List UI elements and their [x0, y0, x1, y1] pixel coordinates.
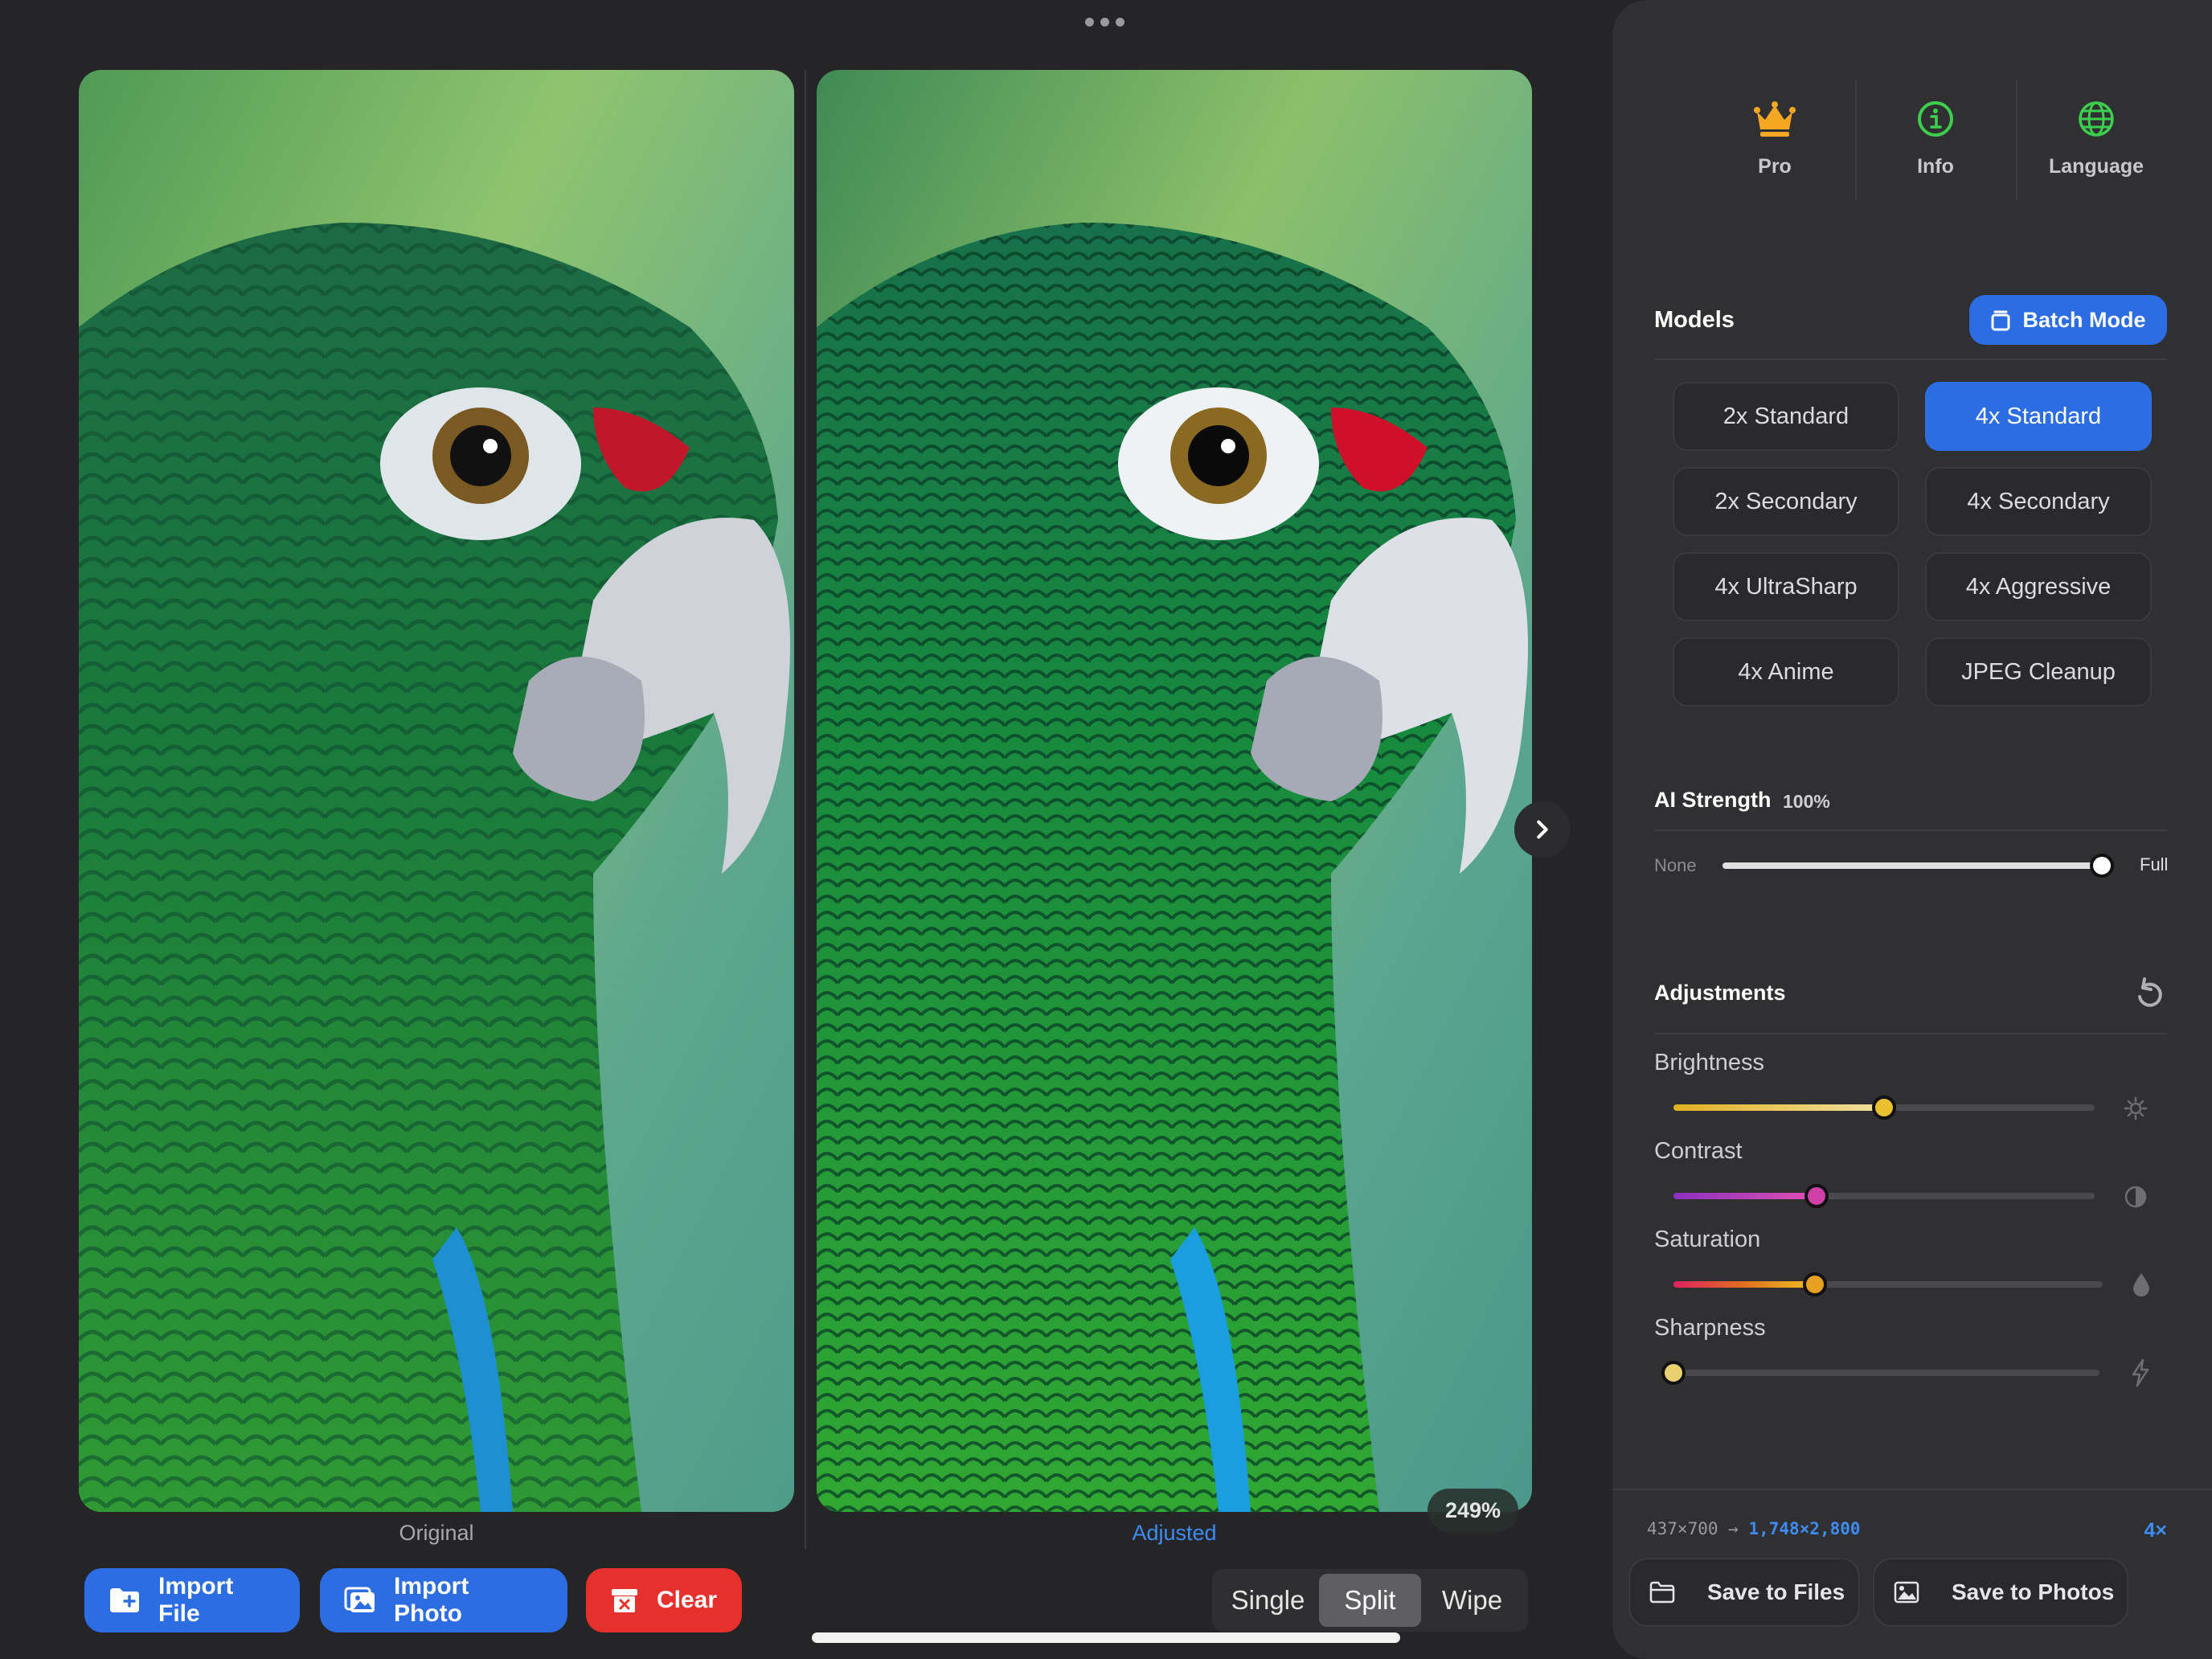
photos-icon [344, 1587, 375, 1612]
bolt-icon [2132, 1358, 2149, 1387]
ai-strength-slider[interactable] [1722, 854, 2114, 878]
ai-strength-max-label: Full [2140, 854, 2169, 875]
clear-label: Clear [657, 1587, 718, 1613]
contrast-fill [1673, 1193, 1817, 1199]
model-4x-anime[interactable]: 4x Anime [1673, 637, 1899, 707]
chevron-right-icon [1537, 820, 1548, 839]
save-to-photos-button[interactable]: Save to Photos [1873, 1558, 2128, 1627]
original-caption: Original [399, 1521, 474, 1545]
drop-icon [2133, 1273, 2149, 1296]
sharpness-knob[interactable] [1661, 1361, 1686, 1385]
models-title: Models [1654, 307, 1735, 333]
model-2x-secondary[interactable]: 2x Secondary [1673, 467, 1899, 536]
info-button[interactable]: Info [1855, 80, 2016, 200]
ai-strength-value: 100% [1783, 791, 1830, 812]
sharpness-label: Sharpness [1654, 1315, 1766, 1341]
info-icon [1918, 101, 1953, 137]
trash-box-icon [612, 1589, 637, 1612]
save-to-photos-label: Save to Photos [1952, 1579, 2115, 1604]
model-jpeg-cleanup[interactable]: JPEG Cleanup [1925, 637, 2152, 707]
model-4x-secondary[interactable]: 4x Secondary [1925, 467, 2152, 536]
import-file-label: Import File [158, 1573, 234, 1627]
photo-icon [1894, 1581, 1919, 1604]
adjusted-image[interactable] [817, 70, 1532, 1512]
view-mode-control: Single Split Wipe [1212, 1569, 1528, 1632]
home-indicator[interactable] [812, 1632, 1400, 1643]
brightness-fill [1673, 1104, 1884, 1111]
adjustments-divider [1654, 1033, 2167, 1034]
original-image[interactable] [79, 70, 794, 1512]
pro-label: Pro [1758, 155, 1792, 178]
model-4x-standard[interactable]: 4x Standard [1925, 382, 2152, 451]
reset-icon[interactable] [2135, 977, 2164, 1010]
view-mode-split[interactable]: Split [1319, 1574, 1421, 1627]
language-label: Language [2048, 155, 2144, 178]
saturation-slider[interactable] [1673, 1272, 2103, 1296]
import-photo-button[interactable]: Import Photo [320, 1568, 567, 1632]
import-photo-label: Import Photo [394, 1573, 469, 1627]
output-dimensions: 1,748×2,800 [1748, 1519, 1861, 1538]
pro-button[interactable]: Pro [1694, 100, 1855, 178]
contrast-knob[interactable] [1804, 1184, 1829, 1208]
ai-strength-min-label: None [1654, 855, 1697, 875]
crown-icon [1754, 101, 1796, 137]
batch-mode-label: Batch Mode [2022, 307, 2146, 332]
language-button[interactable]: Language [2016, 80, 2177, 200]
dimensions-row: 437×700 → 1,748×2,800 4× [1647, 1519, 2167, 1542]
save-to-files-button[interactable]: Save to Files [1628, 1558, 1860, 1627]
view-mode-wipe[interactable]: Wipe [1421, 1574, 1523, 1627]
adjustments-title: Adjustments [1654, 981, 1786, 1005]
save-to-files-label: Save to Files [1707, 1579, 1845, 1604]
saturation-fill [1673, 1281, 1816, 1288]
stack-icon [1991, 310, 2010, 331]
import-file-button[interactable]: Import File [84, 1568, 300, 1632]
folder-icon [1649, 1581, 1675, 1604]
contrast-icon [2124, 1186, 2147, 1208]
batch-mode-button[interactable]: Batch Mode [1969, 295, 2167, 345]
adjusted-caption: Adjusted [1132, 1521, 1217, 1545]
saturation-label: Saturation [1654, 1227, 1761, 1252]
ai-strength-knob[interactable] [2090, 854, 2114, 878]
model-4x-aggressive[interactable]: 4x Aggressive [1925, 552, 2152, 621]
next-button[interactable] [1514, 801, 1571, 858]
sun-icon [2124, 1096, 2148, 1120]
view-mode-single[interactable]: Single [1217, 1574, 1319, 1627]
model-4x-ultrasharp[interactable]: 4x UltraSharp [1673, 552, 1899, 621]
sidebar-top-icons: Pro Info Language [1694, 80, 2177, 200]
brightness-label: Brightness [1654, 1050, 1765, 1075]
brightness-knob[interactable] [1872, 1096, 1896, 1120]
ai-strength-divider [1654, 830, 2167, 831]
multitasking-dots[interactable] [1085, 18, 1124, 27]
model-2x-standard[interactable]: 2x Standard [1673, 382, 1899, 451]
sharpness-slider[interactable] [1661, 1361, 2099, 1385]
models-divider [1654, 358, 2167, 360]
source-dimensions: 437×700 [1647, 1519, 1718, 1538]
zoom-level-badge: 249% [1428, 1489, 1519, 1532]
ai-strength-title: AI Strength [1654, 788, 1772, 812]
clear-button[interactable]: Clear [586, 1568, 742, 1632]
info-label: Info [1917, 155, 1954, 178]
sidebar-footer-divider [1612, 1489, 2212, 1490]
contrast-label: Contrast [1654, 1138, 1743, 1164]
arrow-icon: → [1728, 1519, 1739, 1538]
scale-badge: 4× [2144, 1519, 2167, 1542]
globe-icon [2079, 101, 2114, 137]
contrast-slider[interactable] [1673, 1184, 2095, 1208]
brightness-slider[interactable] [1673, 1096, 2095, 1120]
split-divider[interactable] [805, 70, 806, 1549]
folder-plus-icon [110, 1588, 139, 1612]
ai-strength-fill [1722, 862, 2102, 869]
model-grid: 2x Standard 4x Standard 2x Secondary 4x … [1673, 382, 2152, 707]
